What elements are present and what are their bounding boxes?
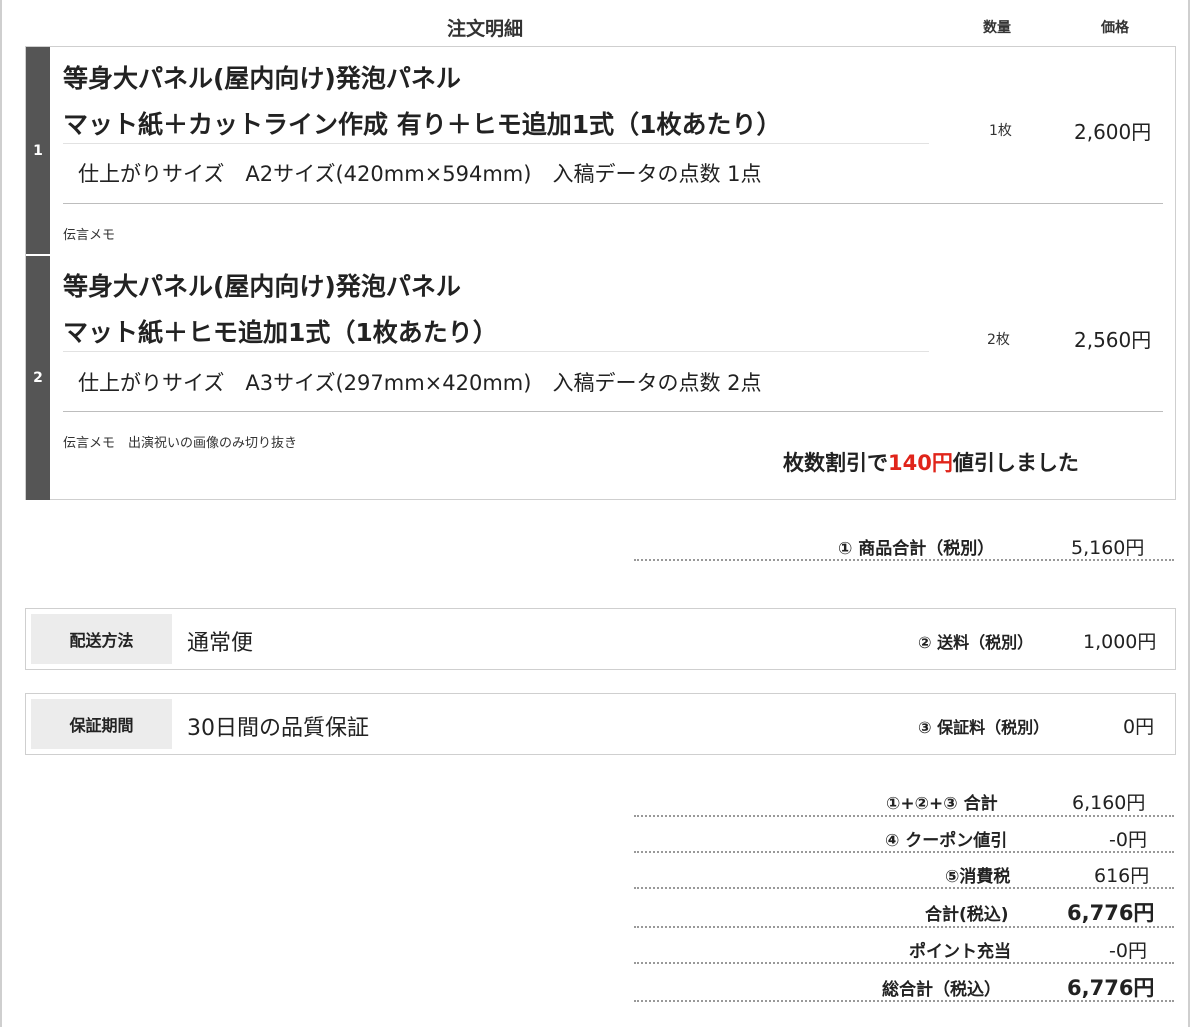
item-number: 1	[33, 142, 43, 159]
grand-total-value: 6,776円	[1067, 976, 1155, 1000]
warranty-fee-value: 0円	[1123, 716, 1155, 738]
combined-total-label: ①+②+③ 合計	[886, 794, 998, 814]
item-spec: 仕上がりサイズ A2サイズ(420mm×594mm) 入稿データの点数 1点	[78, 162, 762, 186]
combined-total-value: 6,160円	[1072, 792, 1146, 814]
order-details-title: 注文明細	[447, 18, 524, 40]
shipping-method-label: 配送方法	[31, 614, 172, 664]
points-applied-label: ポイント充当	[909, 942, 1011, 962]
item-title-line2: マット紙＋カットライン作成 有り＋ヒモ追加1式（1枚あたり）	[63, 110, 782, 139]
total-incl-tax-label: 合計(税込)	[925, 905, 1009, 925]
dotted-divider	[634, 1000, 1174, 1002]
item-title-line1: 等身大パネル(屋内向け)発泡パネル	[63, 272, 461, 301]
shipping-method-row: 配送方法 通常便 ② 送料（税別） 1,000円	[25, 608, 1176, 670]
grand-total-label: 総合計（税込）	[882, 980, 1001, 1000]
coupon-discount-label: ④ クーポン値引	[885, 831, 1008, 851]
warranty-period-row: 保証期間 30日間の品質保証 ③ 保証料（税別） 0円	[25, 693, 1176, 755]
subtotal-value: 5,160円	[1071, 537, 1145, 559]
left-frame-border	[0, 0, 2, 1027]
shipping-fee-label: ② 送料（税別）	[918, 633, 1034, 652]
shipping-fee-value: 1,000円	[1083, 631, 1157, 653]
points-applied-value: -0円	[1109, 940, 1147, 962]
dotted-divider	[634, 962, 1174, 964]
discount-amount: 140円	[888, 451, 953, 475]
dotted-divider	[634, 887, 1174, 889]
item-bottom-divider	[63, 203, 1163, 204]
item-divider	[63, 351, 929, 352]
discount-prefix: 枚数割引で	[783, 451, 888, 475]
warranty-fee-label: ③ 保証料（税別）	[918, 718, 1050, 737]
item-number-bar: 1	[26, 47, 50, 254]
subtotal-label: ① 商品合計（税別）	[838, 539, 995, 559]
item-number-bar: 2	[26, 256, 50, 500]
item-bottom-divider	[63, 411, 1163, 412]
item-price: 2,560円	[1074, 328, 1152, 352]
item-title-line1: 等身大パネル(屋内向け)発泡パネル	[63, 64, 461, 93]
dotted-divider	[634, 926, 1174, 928]
coupon-discount-value: -0円	[1109, 829, 1147, 851]
discount-notice: 枚数割引で140円値引しました	[783, 447, 1079, 477]
item-price: 2,600円	[1074, 120, 1152, 144]
item-quantity: 2枚	[987, 332, 1010, 348]
item-quantity: 1枚	[989, 123, 1012, 139]
discount-suffix: 値引しました	[952, 451, 1079, 475]
item-memo: 伝言メモ 出演祝いの画像のみ切り抜き	[63, 436, 298, 451]
item-memo: 伝言メモ	[63, 228, 116, 243]
warranty-period-label: 保証期間	[31, 699, 172, 749]
warranty-period-value: 30日間の品質保証	[187, 716, 369, 741]
item-number: 2	[33, 370, 43, 386]
dotted-divider	[634, 815, 1174, 817]
item-divider	[63, 143, 929, 144]
right-frame-border	[1188, 0, 1190, 1027]
total-incl-tax-value: 6,776円	[1067, 901, 1155, 925]
shipping-method-value: 通常便	[187, 631, 254, 656]
dotted-divider	[634, 851, 1174, 853]
consumption-tax-label: ⑤消費税	[945, 867, 1011, 887]
price-column-header: 価格	[1101, 20, 1129, 36]
quantity-column-header: 数量	[983, 20, 1011, 36]
dotted-divider	[634, 559, 1174, 561]
item-spec: 仕上がりサイズ A3サイズ(297mm×420mm) 入稿データの点数 2点	[78, 371, 762, 395]
item-title-line2: マット紙＋ヒモ追加1式（1枚あたり）	[63, 318, 498, 347]
consumption-tax-value: 616円	[1094, 865, 1150, 887]
order-items-list: 1 2 等身大パネル(屋内向け)発泡パネル マット紙＋カットライン作成 有り＋ヒ…	[25, 46, 1176, 500]
